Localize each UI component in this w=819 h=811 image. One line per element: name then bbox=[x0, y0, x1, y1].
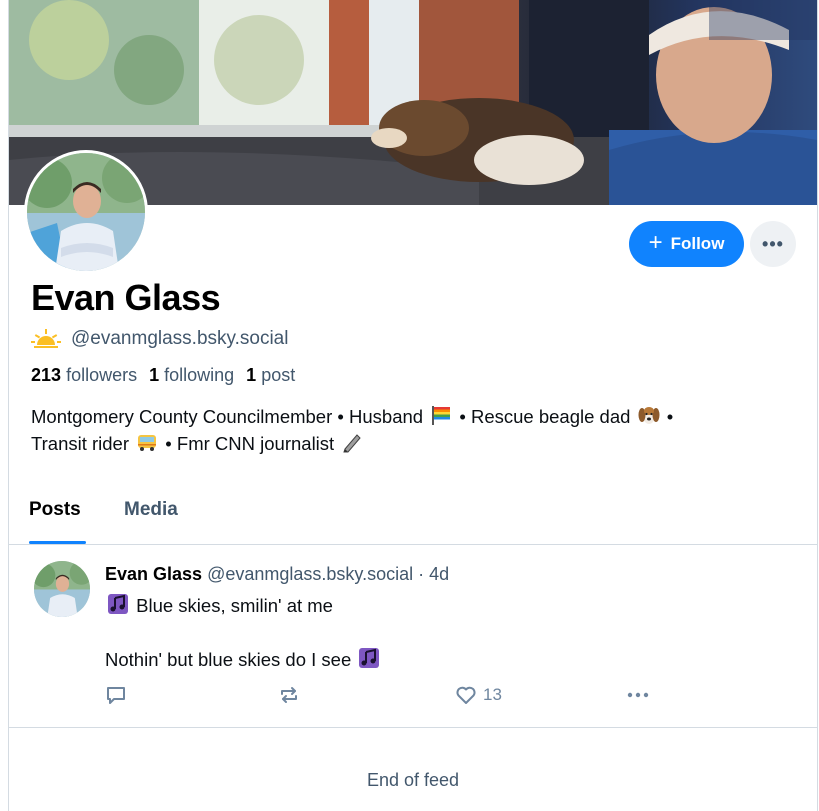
following-count: 1 bbox=[149, 365, 160, 385]
followers-link[interactable]: 213 followers bbox=[31, 365, 137, 386]
bus-icon bbox=[136, 431, 158, 453]
sun-icon bbox=[31, 327, 61, 351]
followers-label: followers bbox=[66, 365, 138, 385]
heart-icon bbox=[455, 684, 477, 706]
post-header: Evan Glass @evanmglass.bsky.social · 4d bbox=[105, 564, 449, 585]
end-of-feed-label: End of feed bbox=[366, 770, 460, 790]
followers-count: 213 bbox=[31, 365, 62, 385]
following-link[interactable]: 1 following bbox=[149, 365, 234, 386]
reply-button[interactable] bbox=[105, 684, 127, 706]
bio-text: Transit rider bbox=[31, 433, 130, 454]
post-author-name[interactable]: Evan Glass bbox=[105, 564, 202, 584]
post-separator: · bbox=[418, 564, 425, 584]
dog-face-icon bbox=[638, 404, 660, 426]
rainbow-flag-icon bbox=[430, 404, 452, 426]
plus-icon: + bbox=[648, 229, 663, 256]
profile-tabs: Posts Media bbox=[9, 487, 817, 545]
profile-more-button[interactable]: ••• bbox=[750, 221, 796, 267]
post-text-line2: Nothin' but blue skies do I see bbox=[105, 649, 352, 670]
like-button[interactable]: 13 bbox=[455, 684, 502, 706]
posts-stat: 1 post bbox=[246, 365, 295, 386]
follow-button-label: Follow bbox=[670, 234, 725, 253]
music-notes-icon bbox=[358, 647, 380, 669]
post-more-button[interactable] bbox=[625, 684, 651, 706]
posts-label: post bbox=[261, 365, 296, 385]
profile-bio: Montgomery County Councilmember • Husban… bbox=[31, 403, 811, 457]
feed-post[interactable]: Evan Glass @evanmglass.bsky.social · 4d … bbox=[9, 546, 817, 728]
more-icon: ••• bbox=[762, 233, 784, 254]
profile-handle[interactable]: @evanmglass.bsky.social bbox=[71, 328, 288, 350]
bio-text: • bbox=[666, 406, 674, 427]
post-body: Blue skies, smilin' at me Nothin' but bl… bbox=[105, 593, 382, 673]
more-icon bbox=[625, 684, 651, 706]
active-tab-indicator bbox=[29, 541, 86, 544]
bio-text: Montgomery County Councilmember • Husban… bbox=[31, 406, 424, 427]
reply-icon bbox=[105, 684, 127, 706]
profile-avatar[interactable] bbox=[24, 150, 148, 274]
repost-button[interactable] bbox=[278, 684, 300, 706]
profile-handle-row: @evanmglass.bsky.social bbox=[31, 327, 288, 351]
post-actions: 13 bbox=[105, 684, 665, 708]
post-text-line1: Blue skies, smilin' at me bbox=[136, 595, 333, 616]
pencil-icon bbox=[341, 431, 363, 453]
bio-text: • Fmr CNN journalist bbox=[165, 433, 335, 454]
profile-page: + Follow ••• Evan Glass @evanmglass.bsky… bbox=[8, 0, 818, 811]
post-author-handle[interactable]: @evanmglass.bsky.social bbox=[207, 564, 413, 584]
music-notes-icon bbox=[107, 593, 129, 615]
follow-button[interactable]: + Follow bbox=[629, 221, 744, 267]
repost-icon bbox=[278, 684, 300, 706]
profile-display-name: Evan Glass bbox=[31, 277, 221, 318]
post-timestamp[interactable]: 4d bbox=[429, 564, 449, 584]
post-author-avatar[interactable] bbox=[34, 561, 90, 617]
tab-media[interactable]: Media bbox=[124, 499, 178, 521]
posts-count: 1 bbox=[246, 365, 257, 385]
tab-posts[interactable]: Posts bbox=[29, 499, 81, 521]
like-count: 13 bbox=[483, 685, 502, 704]
following-label: following bbox=[164, 365, 235, 385]
bio-text: • Rescue beagle dad bbox=[459, 406, 631, 427]
profile-stats: 213 followers 1 following 1 post bbox=[31, 365, 295, 386]
